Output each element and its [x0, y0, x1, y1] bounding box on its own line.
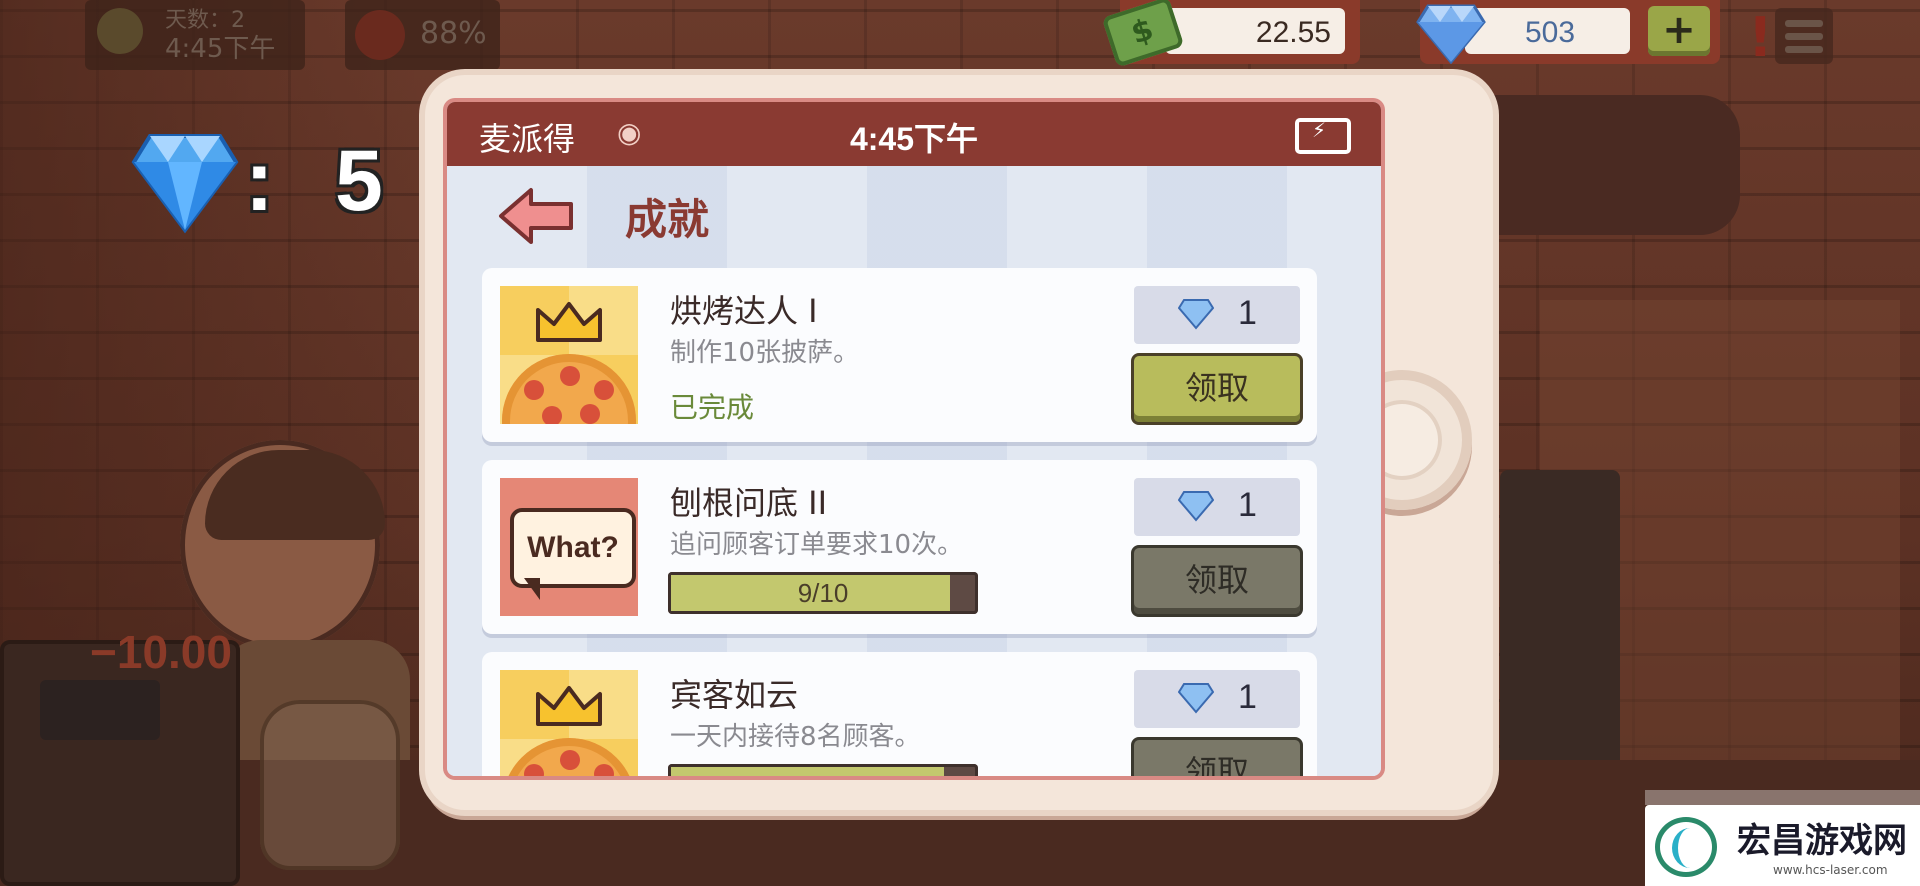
progress-bar	[668, 764, 978, 776]
watermark-fade	[1645, 790, 1920, 805]
diamond-icon	[1178, 683, 1214, 714]
reward-badge: 1	[1134, 286, 1300, 344]
pizza-crown-icon	[500, 286, 638, 424]
order-monitor	[1500, 470, 1620, 810]
menu-icon[interactable]	[1775, 8, 1833, 64]
back-arrow-icon[interactable]	[497, 186, 577, 246]
achievement-card: 宾客如云 一天内接待8名顾客。 1 领取	[482, 652, 1317, 776]
achievement-name: 烘烤达人 I	[670, 292, 818, 330]
gems-panel: 503 +	[1416, 0, 1720, 64]
achievements-screen: 麦派得 ◉ 4:45下午 成就 烘烤达人 I 制作10张披萨。 已完成 1 领取…	[447, 102, 1381, 776]
screen-header: 成就	[447, 166, 1381, 266]
battery-icon	[1295, 118, 1351, 154]
achievement-card: What? 刨根问底 II 追问顾客订单要求10次。 9/10 1 领取	[482, 460, 1317, 634]
diamond-icon	[1416, 4, 1486, 64]
achievement-card: 烘烤达人 I 制作10张披萨。 已完成 1 领取	[482, 268, 1317, 442]
progress-text: 9/10	[797, 578, 849, 608]
gems-value: 503	[1525, 16, 1576, 49]
reward-colon: :	[245, 133, 274, 229]
mood-panel: 88%	[345, 0, 500, 70]
phone-clock: 4:45下午	[849, 121, 979, 157]
achievement-status: 已完成	[670, 391, 755, 424]
achievement-desc: 追问顾客订单要求10次。	[670, 530, 964, 560]
watermark-url: www.hcs-laser.com	[1773, 863, 1888, 877]
reward-count: 1	[1238, 678, 1257, 716]
sun-moon-icon	[97, 8, 143, 54]
alert-icon[interactable]: !	[1748, 8, 1773, 68]
diamond-icon	[1178, 491, 1214, 522]
register-screen	[40, 680, 160, 740]
achievement-name: 刨根问底 II	[670, 484, 828, 522]
money-field: 22.55	[1165, 8, 1345, 54]
watermark-name: 宏昌游戏网	[1737, 821, 1907, 861]
achievement-desc: 一天内接待8名顾客。	[670, 722, 921, 752]
reward-count: 1	[1238, 294, 1257, 332]
buy-gems-button[interactable]: +	[1648, 6, 1710, 56]
day-time-panel: 天数：2 4:45下午	[85, 0, 305, 70]
tip-jar	[260, 700, 400, 870]
claim-button[interactable]: 领取	[1134, 548, 1300, 614]
gems-field: 503	[1465, 8, 1630, 54]
mood-percent: 88%	[420, 16, 487, 51]
money-panel: 22.55	[1101, 0, 1360, 68]
gem-reward-overlay: : 5	[130, 130, 430, 240]
progress-bar: 9/10	[668, 572, 978, 614]
question-bubble-icon: What?	[500, 478, 638, 616]
reward-amount: 5	[335, 133, 383, 229]
reward-count: 1	[1238, 486, 1257, 524]
site-watermark: 宏昌游戏网 www.hcs-laser.com	[1645, 805, 1920, 886]
hud-time: 4:45下午	[165, 34, 276, 64]
progress-fill	[671, 767, 944, 776]
angry-face-icon	[355, 10, 405, 60]
phone-status-bar: 麦派得 ◉ 4:45下午	[447, 102, 1381, 166]
pizza-crown-icon	[500, 670, 638, 776]
money-value: 22.55	[1255, 16, 1331, 49]
claim-button[interactable]: 领取	[1134, 740, 1300, 776]
achievement-name: 宾客如云	[670, 676, 799, 714]
range-hood	[1450, 95, 1740, 235]
page-title: 成就	[625, 195, 710, 244]
reward-badge: 1	[1134, 478, 1300, 536]
claim-button[interactable]: 领取	[1134, 356, 1300, 422]
site-logo-icon	[1655, 817, 1717, 877]
money-change-text: −10.00	[90, 626, 232, 678]
what-bubble: What?	[510, 508, 636, 588]
diamond-icon	[1178, 299, 1214, 330]
achievement-desc: 制作10张披萨。	[670, 338, 860, 368]
reward-badge: 1	[1134, 670, 1300, 728]
diamond-icon	[131, 134, 239, 234]
